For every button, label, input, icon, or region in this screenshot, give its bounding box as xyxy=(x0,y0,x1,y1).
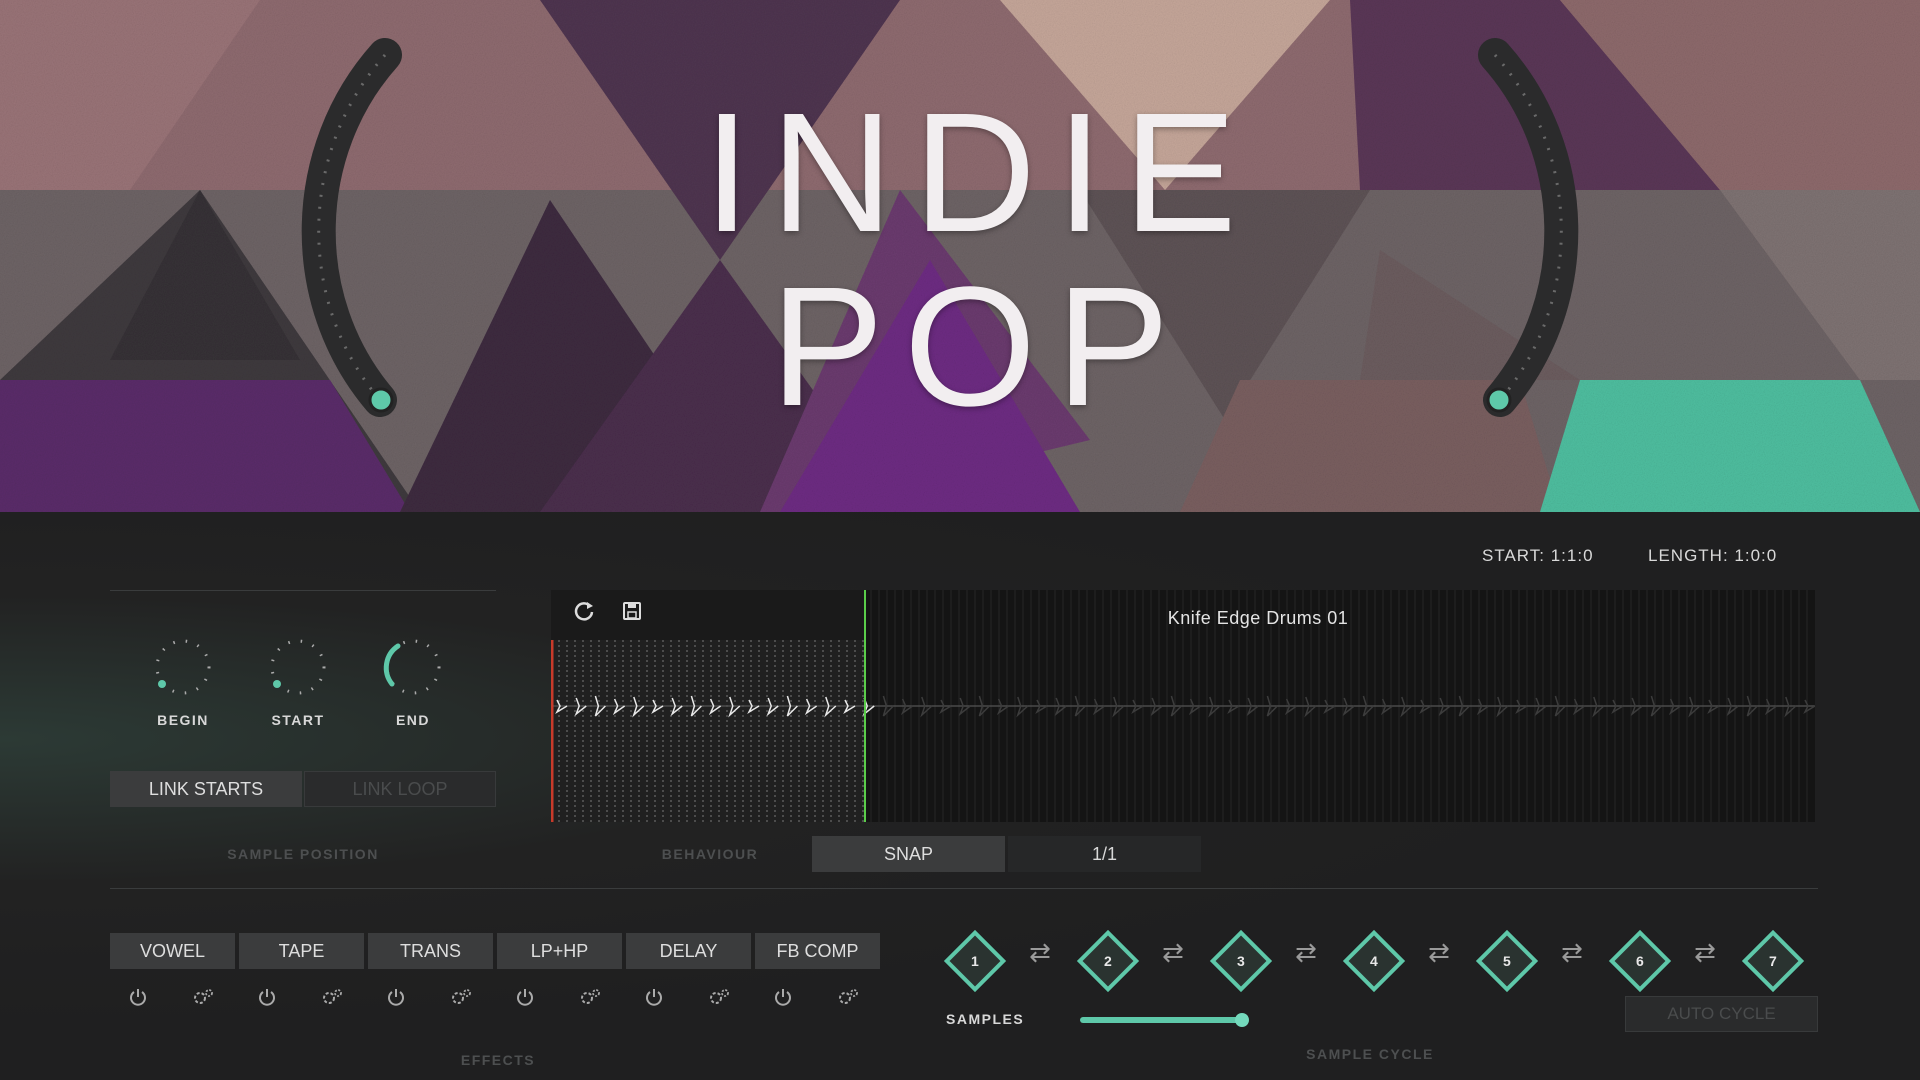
samples-slider-handle[interactable] xyxy=(1235,1013,1249,1027)
settings-icon[interactable] xyxy=(171,984,236,1010)
sample-slot-7[interactable]: 7 xyxy=(1741,929,1805,993)
start-readout: START: 1:1:0 xyxy=(1482,546,1594,565)
waveform-display[interactable]: Knife Edge Drums 01 xyxy=(551,590,1815,822)
hero-artwork: INDIE POP xyxy=(0,0,1920,512)
effect-tape-button[interactable]: TAPE xyxy=(239,933,364,969)
swap-icon[interactable]: ⇄ xyxy=(1025,937,1055,968)
power-icon[interactable] xyxy=(493,984,558,1010)
behaviour-label: BEHAVIOUR xyxy=(661,846,759,862)
sample-slot-6[interactable]: 6 xyxy=(1608,929,1672,993)
power-icon[interactable] xyxy=(106,984,171,1010)
settings-icon[interactable] xyxy=(558,984,623,1010)
effects-row: VOWEL TAPE TRANS LP+HP DELAY FB COMP xyxy=(110,933,880,969)
sample-cycle-label: SAMPLE CYCLE xyxy=(1306,1046,1434,1062)
sample-name: Knife Edge Drums 01 xyxy=(1167,608,1349,628)
sample-slot-5[interactable]: 5 xyxy=(1475,929,1539,993)
samples-slider-track[interactable] xyxy=(1080,1017,1242,1023)
effects-icons-row xyxy=(106,984,880,1010)
effect-vowel-button[interactable]: VOWEL xyxy=(110,933,235,969)
sample-slot-4[interactable]: 4 xyxy=(1342,929,1406,993)
begin-label: BEGIN xyxy=(157,712,209,728)
effect-fbcomp-button[interactable]: FB COMP xyxy=(755,933,880,969)
divider xyxy=(110,590,496,591)
swap-icon[interactable]: ⇄ xyxy=(1690,937,1720,968)
swap-icon[interactable]: ⇄ xyxy=(1158,937,1188,968)
length-readout: LENGTH: 1:0:0 xyxy=(1648,546,1778,565)
divider xyxy=(110,888,1818,889)
link-loop-button[interactable]: LINK LOOP xyxy=(304,771,496,807)
power-icon[interactable] xyxy=(751,984,816,1010)
power-icon[interactable] xyxy=(364,984,429,1010)
sample-slot-1[interactable]: 1 xyxy=(943,929,1007,993)
title-indie: INDIE xyxy=(703,78,1257,268)
title-pop: POP xyxy=(770,252,1190,442)
effect-lphp-button[interactable]: LP+HP xyxy=(497,933,622,969)
settings-icon[interactable] xyxy=(429,984,494,1010)
swap-icon[interactable]: ⇄ xyxy=(1291,937,1321,968)
snap-button[interactable]: SNAP xyxy=(812,836,1005,872)
start-label: START xyxy=(271,712,325,728)
auto-cycle-button[interactable]: AUTO CYCLE xyxy=(1625,996,1818,1032)
begin-knob[interactable] xyxy=(148,632,218,702)
sample-position-label: SAMPLE POSITION xyxy=(227,846,379,862)
effects-label: EFFECTS xyxy=(460,1052,536,1068)
effect-delay-button[interactable]: DELAY xyxy=(626,933,751,969)
swap-icon[interactable]: ⇄ xyxy=(1424,937,1454,968)
link-starts-button[interactable]: LINK STARTS xyxy=(110,771,302,807)
sample-slot-2[interactable]: 2 xyxy=(1076,929,1140,993)
settings-icon[interactable] xyxy=(816,984,881,1010)
effect-trans-button[interactable]: TRANS xyxy=(368,933,493,969)
snap-division-select[interactable]: 1/1 xyxy=(1008,836,1201,872)
start-knob[interactable] xyxy=(263,632,333,702)
swap-icon[interactable]: ⇄ xyxy=(1557,937,1587,968)
settings-icon[interactable] xyxy=(300,984,365,1010)
control-panel: START: 1:1:0 LENGTH: 1:0:0 BEGIN START E… xyxy=(0,512,1920,1080)
end-knob[interactable] xyxy=(378,632,448,702)
samples-label: SAMPLES xyxy=(946,1011,1025,1027)
settings-icon[interactable] xyxy=(687,984,752,1010)
end-label: END xyxy=(395,712,431,728)
power-icon[interactable] xyxy=(235,984,300,1010)
sample-slot-3[interactable]: 3 xyxy=(1209,929,1273,993)
power-icon[interactable] xyxy=(622,984,687,1010)
